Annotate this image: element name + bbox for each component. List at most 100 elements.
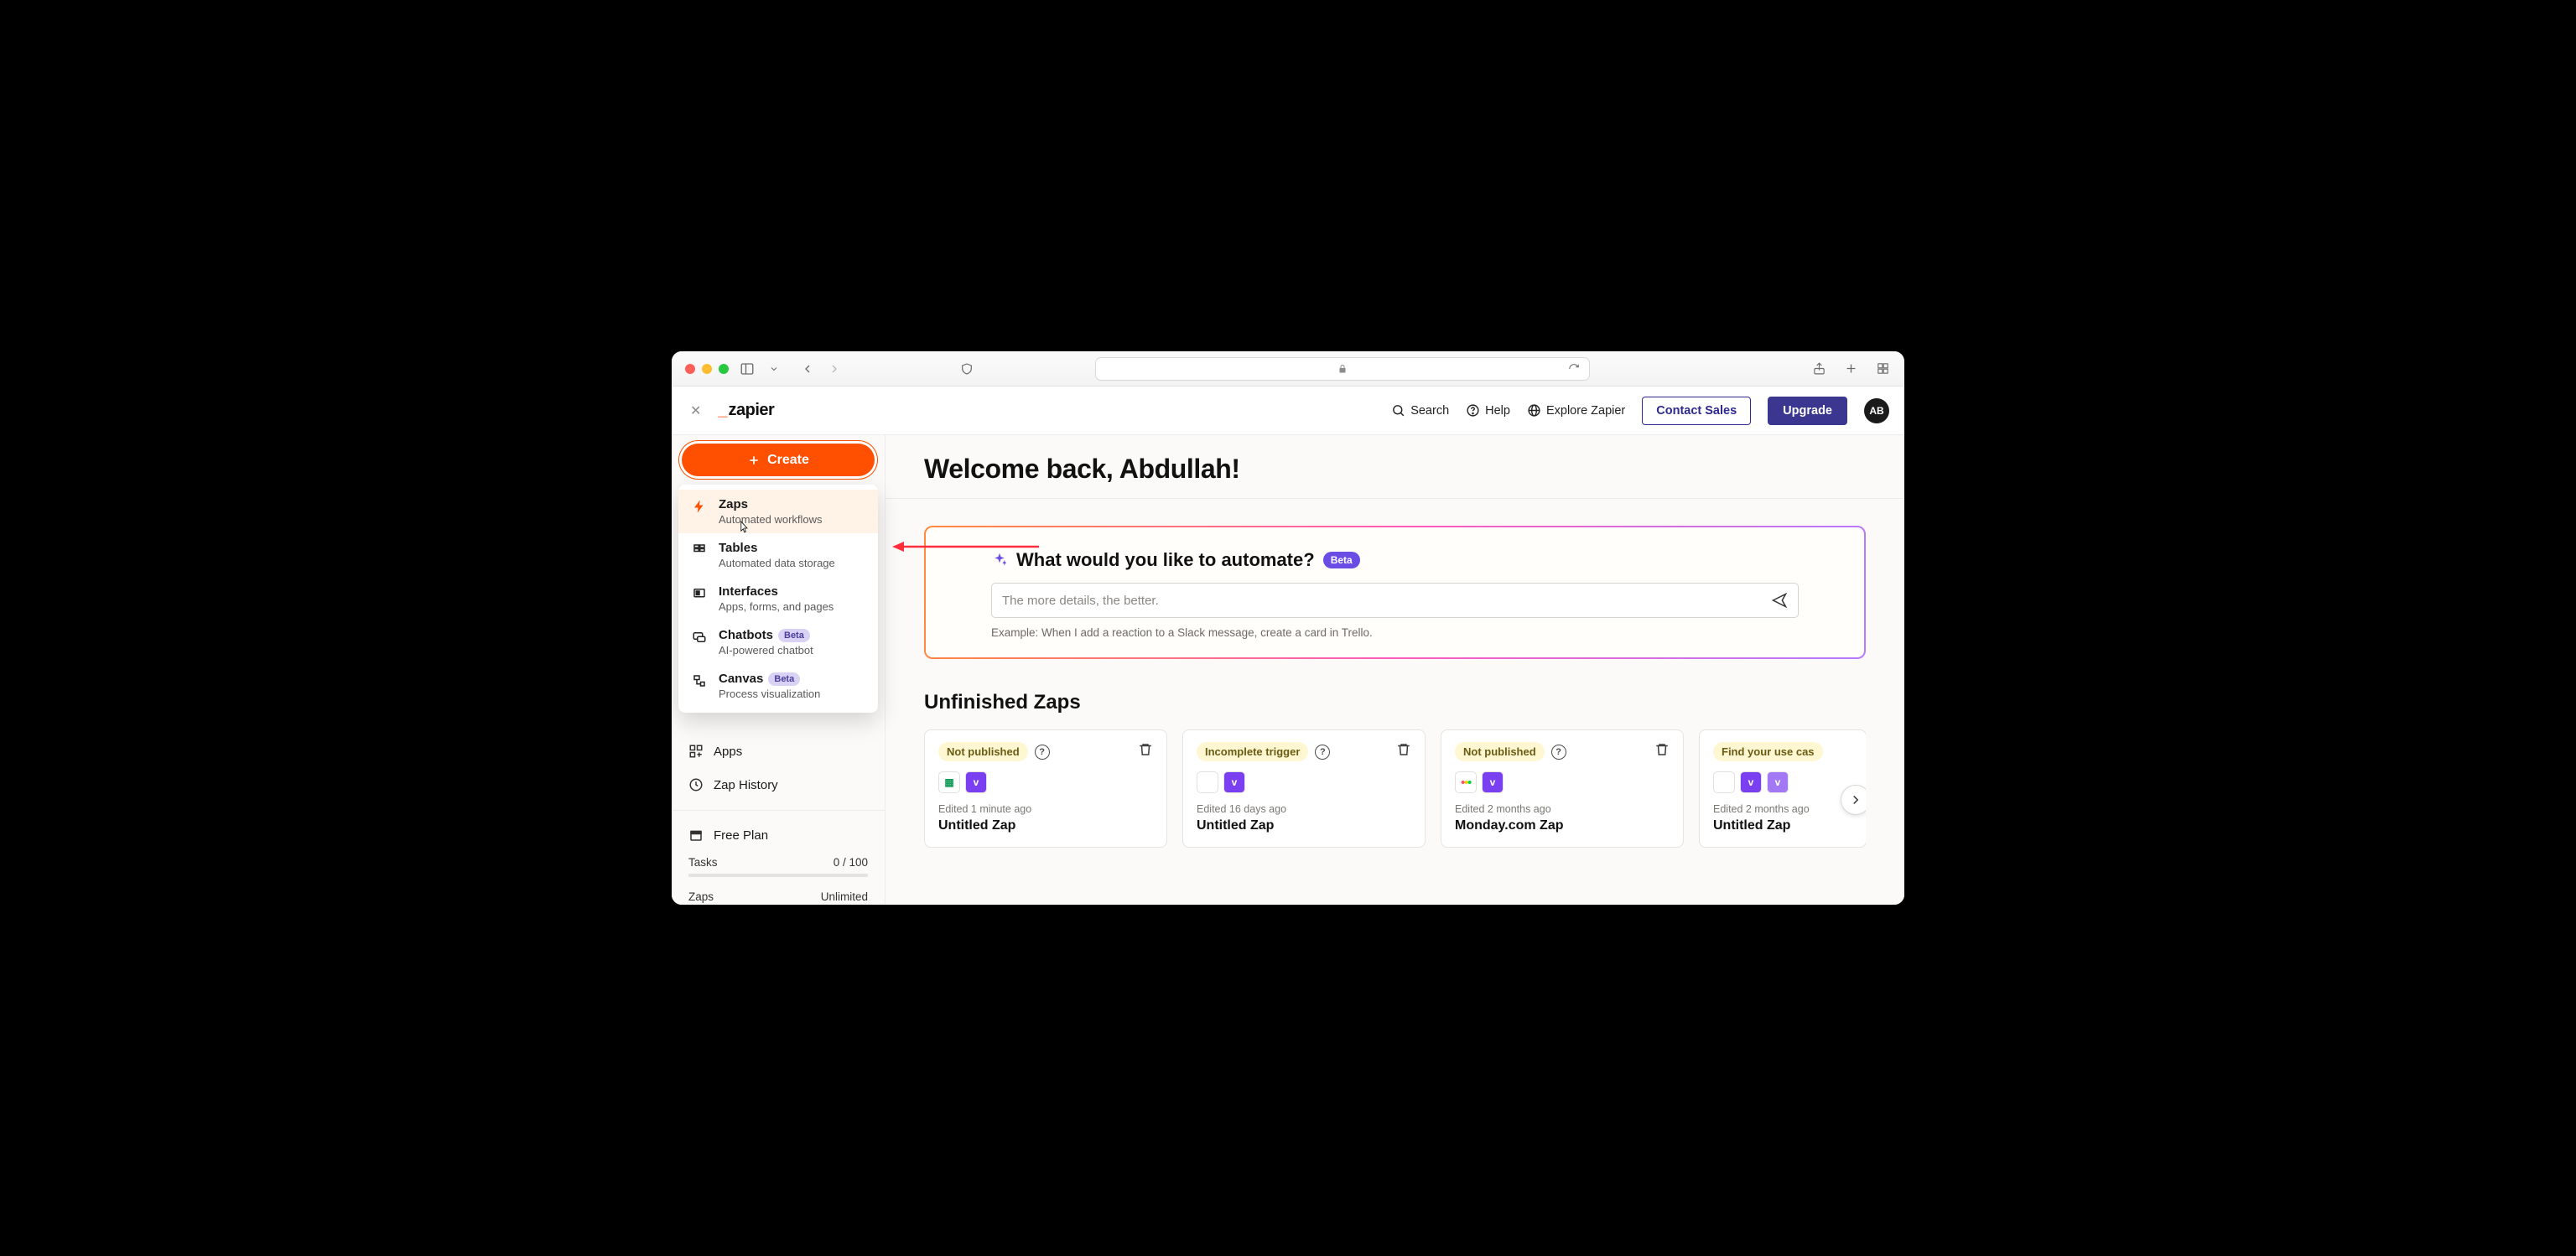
app-body: Create Zaps Automated workflows <box>672 435 1904 905</box>
next-button[interactable] <box>1841 785 1866 815</box>
zap-card[interactable]: Not published ? <box>1441 729 1684 848</box>
sidebar-item-history[interactable]: Zap History <box>672 768 885 802</box>
search-link[interactable]: Search <box>1391 403 1449 418</box>
status-badge: Incomplete trigger <box>1197 742 1308 761</box>
menu-item-tables[interactable]: Tables Automated data storage <box>678 533 878 577</box>
menu-item-desc: Apps, forms, and pages <box>719 600 834 613</box>
zap-card[interactable]: Incomplete trigger ? v <box>1182 729 1426 848</box>
status-badge: Not published <box>1455 742 1545 761</box>
globe-icon <box>1527 403 1541 418</box>
help-link[interactable]: Help <box>1466 403 1510 418</box>
app-chip-sheets-icon: ▦ <box>938 771 960 793</box>
page-title: Welcome back, Abdullah! <box>924 435 1866 498</box>
app-header: ✕ _ zapier Search Help Explore Zapier Co… <box>672 387 1904 435</box>
browser-window: ✕ _ zapier Search Help Explore Zapier Co… <box>672 351 1904 905</box>
back-icon[interactable] <box>799 361 816 377</box>
menu-item-desc: AI-powered chatbot <box>719 644 813 657</box>
sidebar-toggle-icon[interactable] <box>739 361 756 377</box>
trash-icon[interactable] <box>1396 742 1411 761</box>
reload-icon[interactable] <box>1566 361 1582 377</box>
beta-badge: Beta <box>768 672 800 686</box>
traffic-lights[interactable] <box>685 364 729 374</box>
address-bar[interactable] <box>1095 357 1590 381</box>
trash-icon[interactable] <box>1654 742 1670 761</box>
tasks-usage-bar <box>688 874 868 877</box>
search-label: Search <box>1410 404 1449 418</box>
app-chips: v <box>1455 771 1670 793</box>
menu-item-chatbots[interactable]: Chatbots Beta AI-powered chatbot <box>678 620 878 664</box>
help-icon[interactable]: ? <box>1551 745 1566 760</box>
app-chip-icon: v <box>1767 771 1789 793</box>
send-icon[interactable] <box>1771 592 1788 609</box>
zap-name: Untitled Zap <box>938 818 1153 833</box>
menu-item-zaps[interactable]: Zaps Automated workflows <box>678 490 878 533</box>
new-tab-icon[interactable] <box>1842 361 1859 377</box>
plus-icon <box>747 454 761 467</box>
create-label: Create <box>767 453 809 468</box>
explore-link[interactable]: Explore Zapier <box>1527 403 1625 418</box>
share-icon[interactable] <box>1810 361 1827 377</box>
chevron-down-icon[interactable] <box>766 361 782 377</box>
zaps-label: Zaps <box>688 890 714 903</box>
search-icon <box>1391 403 1405 418</box>
sidebar: Create Zaps Automated workflows <box>672 435 886 905</box>
zap-row: Not published ? ▦ v <box>924 729 1866 848</box>
sidebar-item-apps[interactable]: Apps <box>672 734 885 768</box>
automate-heading: What would you like to automate? <box>1016 549 1315 571</box>
unfinished-zaps-title: Unfinished Zaps <box>924 691 1866 714</box>
plan-row[interactable]: Free Plan <box>672 819 885 851</box>
tasks-usage-row: Tasks 0 / 100 <box>672 851 885 870</box>
zap-card[interactable]: Find your use cas v v Edited 2 months ag… <box>1699 729 1866 848</box>
zap-edited: Edited 2 months ago <box>1455 803 1670 815</box>
maximize-window-icon[interactable] <box>719 364 729 374</box>
zaps-usage-row: Zaps Unlimited <box>672 882 885 905</box>
status-badge: Not published <box>938 742 1028 761</box>
tabs-overview-icon[interactable] <box>1874 361 1891 377</box>
beta-pill: Beta <box>1323 552 1360 568</box>
menu-item-interfaces[interactable]: Interfaces Apps, forms, and pages <box>678 577 878 620</box>
close-window-icon[interactable] <box>685 364 695 374</box>
automate-input[interactable] <box>1002 594 1771 608</box>
main-content: Welcome back, Abdullah! What would you l… <box>886 435 1904 905</box>
tables-icon <box>690 541 709 558</box>
zap-name: Untitled Zap <box>1713 818 1852 833</box>
canvas-icon <box>690 672 709 688</box>
avatar[interactable]: AB <box>1864 398 1889 423</box>
zap-edited: Edited 2 months ago <box>1713 803 1852 815</box>
minimize-window-icon[interactable] <box>702 364 712 374</box>
contact-sales-button[interactable]: Contact Sales <box>1642 397 1751 425</box>
create-button[interactable]: Create <box>682 444 875 476</box>
tasks-label: Tasks <box>688 856 718 869</box>
trash-icon[interactable] <box>1138 742 1153 761</box>
plan-label: Free Plan <box>714 828 768 843</box>
upgrade-button[interactable]: Upgrade <box>1768 397 1847 425</box>
menu-item-canvas[interactable]: Canvas Beta Process visualization <box>678 664 878 708</box>
sparkle-icon <box>991 552 1008 568</box>
zap-edited: Edited 16 days ago <box>1197 803 1411 815</box>
menu-item-title: Tables <box>719 541 757 555</box>
automate-input-wrap[interactable] <box>991 583 1799 618</box>
menu-item-title: Chatbots <box>719 628 773 642</box>
browser-chrome <box>672 351 1904 387</box>
app-chip-icon <box>1197 771 1218 793</box>
lightning-icon <box>690 497 709 514</box>
menu-item-desc: Automated workflows <box>719 513 823 526</box>
forward-icon[interactable] <box>826 361 843 377</box>
shield-icon[interactable] <box>958 361 975 377</box>
zap-card[interactable]: Not published ? ▦ v <box>924 729 1167 848</box>
beta-badge: Beta <box>778 629 810 642</box>
help-label: Help <box>1485 404 1510 418</box>
divider <box>886 498 1904 499</box>
zap-name: Untitled Zap <box>1197 818 1411 833</box>
app-chip-icon <box>1713 771 1735 793</box>
app-chips: ▦ v <box>938 771 1153 793</box>
app-chips: v v <box>1713 771 1852 793</box>
lock-icon <box>1337 364 1348 374</box>
help-icon[interactable]: ? <box>1315 745 1330 760</box>
help-icon[interactable]: ? <box>1035 745 1050 760</box>
chevron-right-icon <box>1848 792 1863 807</box>
logo[interactable]: _ zapier <box>718 401 774 420</box>
close-icon[interactable]: ✕ <box>690 402 701 419</box>
history-icon <box>688 777 704 792</box>
app-chip-icon: v <box>1740 771 1762 793</box>
